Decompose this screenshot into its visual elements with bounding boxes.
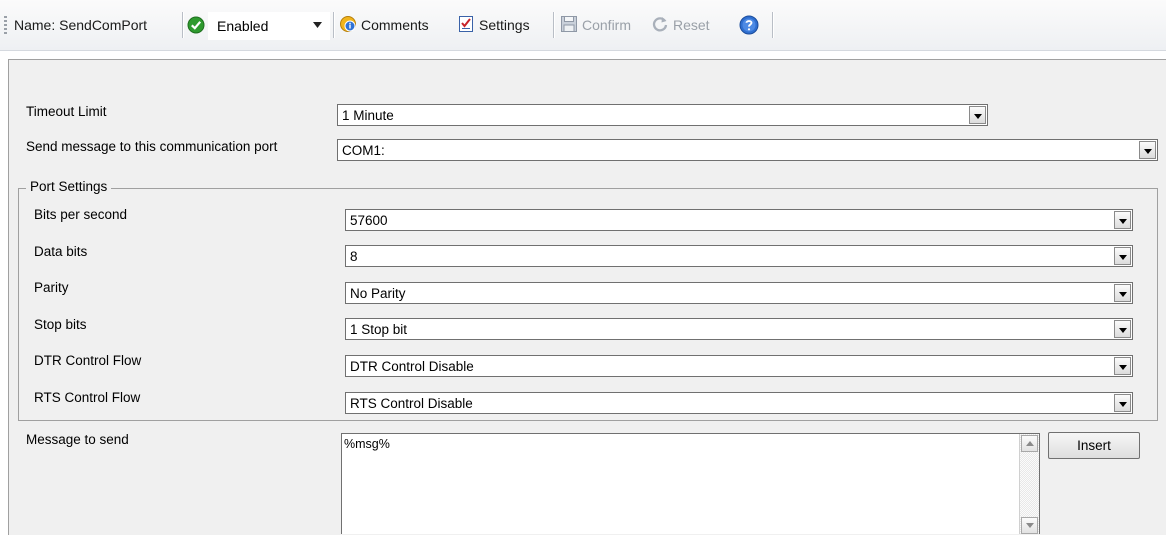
toolbar-grip[interactable] [4, 16, 7, 36]
port-select[interactable]: COM1: [337, 139, 1158, 161]
scroll-up-button[interactable] [1021, 435, 1038, 452]
toolbar: Name: SendComPort Enabled Comments Setti… [0, 0, 1166, 51]
toolbar-separator [553, 12, 554, 38]
reset-label: Reset [673, 17, 710, 33]
dtr-label: DTR Control Flow [34, 353, 142, 368]
parity-select[interactable]: No Parity [345, 282, 1133, 304]
help-icon[interactable] [739, 14, 759, 36]
rts-value: RTS Control Disable [350, 396, 473, 411]
toolbar-separator [182, 12, 183, 38]
confirm-button[interactable]: Confirm [560, 14, 631, 36]
bits-select[interactable]: 57600 [345, 209, 1133, 231]
rts-select[interactable]: RTS Control Disable [345, 392, 1133, 414]
message-value: %msg% [344, 437, 390, 451]
dtr-dropdown-button[interactable] [1114, 357, 1131, 375]
data-bits-dropdown-button[interactable] [1114, 247, 1131, 265]
bits-dropdown-button[interactable] [1114, 211, 1131, 229]
message-scrollbar[interactable] [1019, 434, 1039, 534]
comments-button[interactable]: Comments [339, 14, 429, 36]
parity-dropdown-button[interactable] [1114, 284, 1131, 302]
port-value: COM1: [342, 143, 385, 158]
port-label: Send message to this communication port [26, 139, 278, 154]
stop-bits-select[interactable]: 1 Stop bit [345, 318, 1133, 340]
rts-dropdown-button[interactable] [1114, 394, 1131, 412]
stop-bits-label: Stop bits [34, 317, 87, 332]
data-bits-label: Data bits [34, 244, 88, 259]
data-bits-value: 8 [350, 249, 358, 264]
comments-icon [339, 15, 357, 36]
parity-label: Parity [34, 280, 69, 295]
status-dropdown-arrow[interactable] [313, 14, 322, 36]
port-settings-title: Port Settings [26, 179, 112, 194]
bits-value: 57600 [350, 213, 388, 228]
port-dropdown-button[interactable] [1139, 141, 1156, 159]
dtr-value: DTR Control Disable [350, 359, 474, 374]
check-circle-icon [187, 14, 205, 36]
insert-button[interactable]: Insert [1048, 432, 1140, 459]
toolbar-separator [772, 12, 773, 38]
timeout-label: Timeout Limit [26, 104, 107, 119]
toolbar-separator [333, 12, 334, 38]
comments-label: Comments [361, 17, 429, 33]
settings-icon [457, 15, 475, 36]
data-bits-select[interactable]: 8 [345, 245, 1133, 267]
parity-value: No Parity [350, 286, 406, 301]
message-label: Message to send [26, 432, 129, 447]
stop-bits-dropdown-button[interactable] [1114, 320, 1131, 338]
rts-label: RTS Control Flow [34, 390, 141, 405]
name-label: Name: SendComPort [14, 17, 148, 33]
bits-label: Bits per second [34, 207, 128, 222]
scroll-down-button[interactable] [1021, 517, 1038, 534]
confirm-label: Confirm [582, 17, 632, 33]
timeout-dropdown-button[interactable] [969, 106, 986, 124]
reset-button[interactable]: Reset [651, 14, 710, 36]
status-select[interactable]: Enabled [208, 12, 330, 40]
save-icon [560, 15, 578, 36]
status-value: Enabled [217, 18, 269, 34]
settings-label: Settings [479, 17, 530, 33]
reset-icon [651, 15, 669, 36]
dtr-select[interactable]: DTR Control Disable [345, 355, 1133, 377]
settings-button[interactable]: Settings [457, 14, 530, 36]
timeout-value: 1 Minute [342, 108, 394, 123]
timeout-select[interactable]: 1 Minute [337, 104, 988, 126]
message-textarea[interactable]: %msg% [341, 433, 1040, 534]
stop-bits-value: 1 Stop bit [350, 322, 408, 337]
